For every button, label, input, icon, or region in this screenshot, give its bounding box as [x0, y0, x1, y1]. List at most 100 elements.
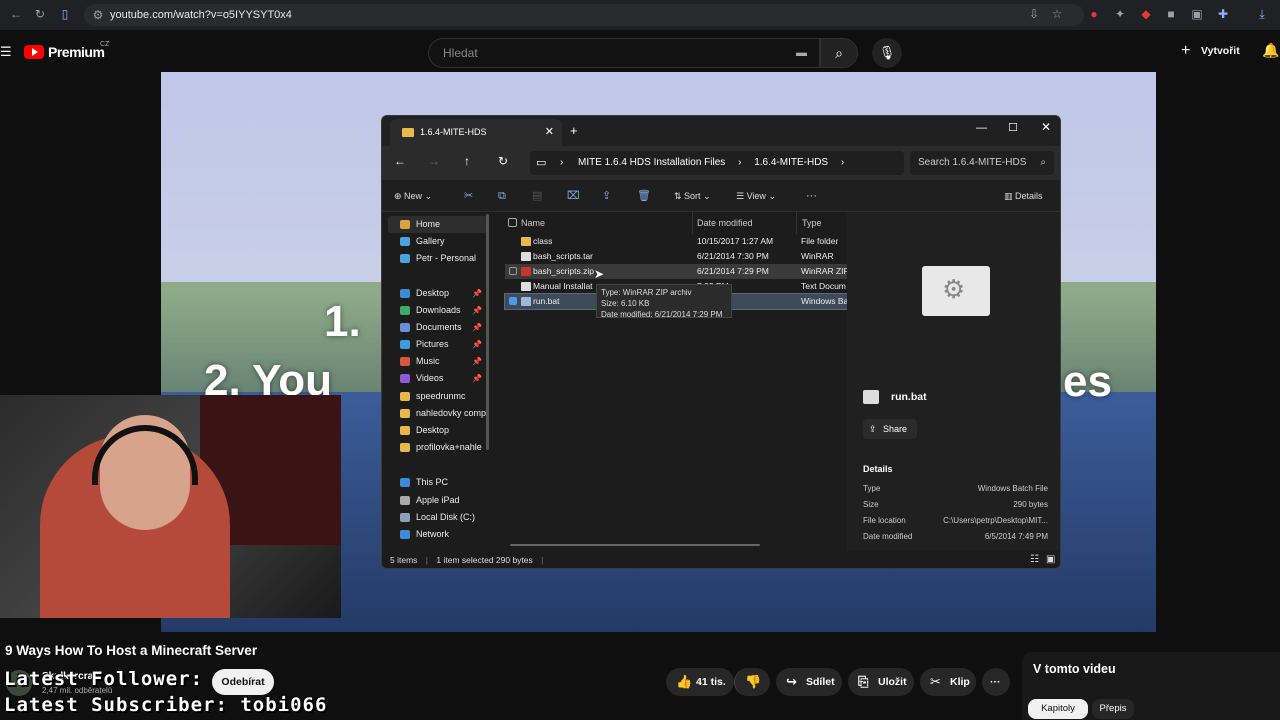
- back-arrow-icon[interactable]: ←: [394, 154, 406, 168]
- property-key: Date modified: [863, 532, 913, 541]
- create-button[interactable]: Vytvořit: [1201, 45, 1240, 57]
- explorer-tab[interactable]: 1.6.4-MITE-HDS ✕: [390, 119, 562, 146]
- sidebar-item[interactable]: Music 📌: [388, 353, 488, 370]
- close-tab-icon[interactable]: ✕: [545, 119, 554, 146]
- share-video-button[interactable]: ↪ Sdílet: [776, 668, 842, 696]
- sidebar-item[interactable]: Downloads 📌: [388, 302, 488, 319]
- clip-button[interactable]: ✂ Klip: [920, 668, 976, 696]
- notifications-bell-icon[interactable]: 🔔: [1262, 42, 1279, 59]
- sidebar-item[interactable]: Videos 📌: [388, 370, 488, 387]
- sidebar-item[interactable]: speedrunmc: [388, 388, 488, 405]
- install-icon[interactable]: ⇩: [1026, 6, 1042, 22]
- tab-transcript[interactable]: Přepis: [1092, 699, 1134, 719]
- close-window-icon[interactable]: ✕: [1041, 120, 1051, 134]
- sort-button[interactable]: ⇅ Sort ⌄: [674, 188, 711, 204]
- copy-icon[interactable]: ⧉: [498, 188, 506, 204]
- tiles-view-icon[interactable]: ▣: [1046, 550, 1055, 568]
- new-label: New: [404, 191, 423, 201]
- new-button[interactable]: ⊕ New ⌄: [394, 188, 432, 204]
- extensions-puzzle-icon[interactable]: ✚: [1215, 6, 1231, 22]
- file-row[interactable]: class 10/15/2017 1:27 AM File folder: [505, 234, 847, 249]
- file-row[interactable]: bash_scripts.tar 6/21/2014 7:30 PM WinRAR: [505, 249, 847, 264]
- breadcrumb-item-2[interactable]: 1.6.4-MITE-HDS: [754, 157, 828, 168]
- column-header-type[interactable]: Type: [802, 218, 822, 228]
- sidebar-item[interactable]: Pictures 📌: [388, 336, 488, 353]
- address-bar[interactable]: ⚙ youtube.com/watch?v=o5IYYSYT0x4: [84, 4, 1084, 26]
- sidebar-item[interactable]: Network: [388, 526, 488, 543]
- breadcrumb-item-1[interactable]: MITE 1.6.4 HDS Installation Files: [578, 157, 725, 168]
- file-type: WinRAR ZIP: [801, 266, 849, 276]
- select-all-checkbox[interactable]: [508, 218, 517, 227]
- save-button[interactable]: ⎘ Uložit: [848, 668, 914, 696]
- refresh-icon[interactable]: ↻: [498, 154, 508, 168]
- property-value: 290 bytes: [1013, 500, 1048, 509]
- back-icon[interactable]: ←: [8, 6, 24, 22]
- maximize-icon[interactable]: ☐: [1008, 121, 1018, 134]
- file-type: Windows Ba: [801, 296, 849, 306]
- status-item-count: 5 items: [390, 555, 418, 565]
- minimize-icon[interactable]: —: [976, 122, 987, 134]
- rename-icon[interactable]: ⌧: [567, 188, 580, 204]
- menu-icon[interactable]: ☰: [0, 44, 12, 60]
- file-explorer-window[interactable]: 1.6.4-MITE-HDS ✕ + — ☐ ✕ ← → ↑ ↻ ▭ › MIT…: [381, 115, 1061, 569]
- brand-name[interactable]: Premium: [48, 44, 105, 60]
- forward-arrow-icon[interactable]: →: [428, 154, 440, 168]
- up-arrow-icon[interactable]: ↑: [464, 154, 470, 168]
- details-view-icon[interactable]: ☷: [1030, 550, 1039, 568]
- view-button[interactable]: ☰ View ⌄: [736, 188, 776, 204]
- explorer-navbar: ← → ↑ ↻ ▭ › MITE 1.6.4 HDS Installation …: [382, 146, 1060, 180]
- paste-icon[interactable]: ▤: [532, 188, 542, 204]
- column-header-name[interactable]: Name: [521, 218, 545, 228]
- download-icon[interactable]: ⤓: [1254, 6, 1270, 22]
- more-actions-button[interactable]: ···: [982, 668, 1010, 696]
- delete-icon[interactable]: 🗑: [637, 188, 651, 204]
- explorer-search-input[interactable]: Search 1.6.4-MITE-HDS ⌕: [910, 151, 1054, 175]
- sidebar-item[interactable]: Home: [388, 216, 488, 233]
- sidebar-item[interactable]: Gallery: [388, 233, 488, 250]
- extension-window-icon[interactable]: ▣: [1189, 6, 1205, 22]
- file-row[interactable]: bash_scripts.zip 6/21/2014 7:29 PM WinRAR …: [505, 264, 849, 279]
- new-tab-icon[interactable]: +: [570, 123, 578, 138]
- sidebar-item[interactable]: Petr - Personal: [388, 250, 488, 267]
- sidebar-item[interactable]: Apple iPad: [388, 492, 488, 509]
- sidebar-item[interactable]: Desktop: [388, 422, 488, 439]
- voice-search-button[interactable]: 🎙: [872, 38, 902, 68]
- share-button[interactable]: ⇪ Share: [863, 419, 917, 439]
- subscribe-button[interactable]: Odebírat: [212, 669, 274, 695]
- details-pane-button[interactable]: ▥ Details: [1004, 188, 1043, 204]
- split-view-icon[interactable]: ▯: [57, 6, 73, 22]
- create-icon[interactable]: +: [1181, 42, 1190, 60]
- more-options-button[interactable]: ···: [806, 188, 817, 204]
- cut-icon[interactable]: ✂: [464, 188, 473, 204]
- extension-red-icon[interactable]: ●: [1086, 6, 1102, 22]
- youtube-logo-icon[interactable]: [24, 45, 44, 59]
- bookmark-star-icon[interactable]: ☆: [1049, 6, 1065, 22]
- search-button[interactable]: ⌕: [820, 38, 858, 68]
- sidebar-item[interactable]: This PC: [388, 474, 488, 491]
- extension-square-icon[interactable]: ■: [1163, 6, 1179, 22]
- tab-chapters[interactable]: Kapitoly: [1028, 699, 1088, 719]
- column-header-date[interactable]: Date modified: [697, 218, 753, 228]
- sidebar-item[interactable]: Desktop 📌: [388, 285, 488, 302]
- row-checkbox[interactable]: [509, 297, 517, 305]
- dislike-button[interactable]: 👎: [734, 668, 770, 696]
- keyboard-icon[interactable]: ▬: [796, 39, 807, 67]
- horizontal-scrollbar[interactable]: [510, 544, 760, 546]
- sidebar-item[interactable]: Local Disk (C:): [388, 509, 488, 526]
- search-input[interactable]: Hledat ▬: [428, 38, 820, 68]
- like-button[interactable]: 👍 41 tis.: [666, 668, 734, 696]
- row-checkbox[interactable]: [509, 267, 517, 275]
- extension-icon[interactable]: ✦: [1112, 6, 1128, 22]
- save-label: Uložit: [878, 676, 907, 688]
- extension-shield-icon[interactable]: ◆: [1138, 6, 1154, 22]
- sidebar-scrollbar[interactable]: [486, 214, 489, 450]
- site-info-icon[interactable]: ⚙: [90, 7, 106, 23]
- breadcrumb[interactable]: ▭ › MITE 1.6.4 HDS Installation Files › …: [530, 151, 904, 175]
- sidebar-item[interactable]: nahledovky comp: [388, 405, 488, 422]
- tooltip-size: Size: 6.10 KB: [601, 299, 650, 308]
- share-icon[interactable]: ⇪: [602, 188, 611, 204]
- reload-icon[interactable]: ↻: [32, 6, 48, 22]
- sidebar-item[interactable]: Documents 📌: [388, 319, 488, 336]
- sidebar-item[interactable]: profilovka+nahle: [388, 439, 488, 456]
- sidebar-item-icon: [400, 357, 410, 366]
